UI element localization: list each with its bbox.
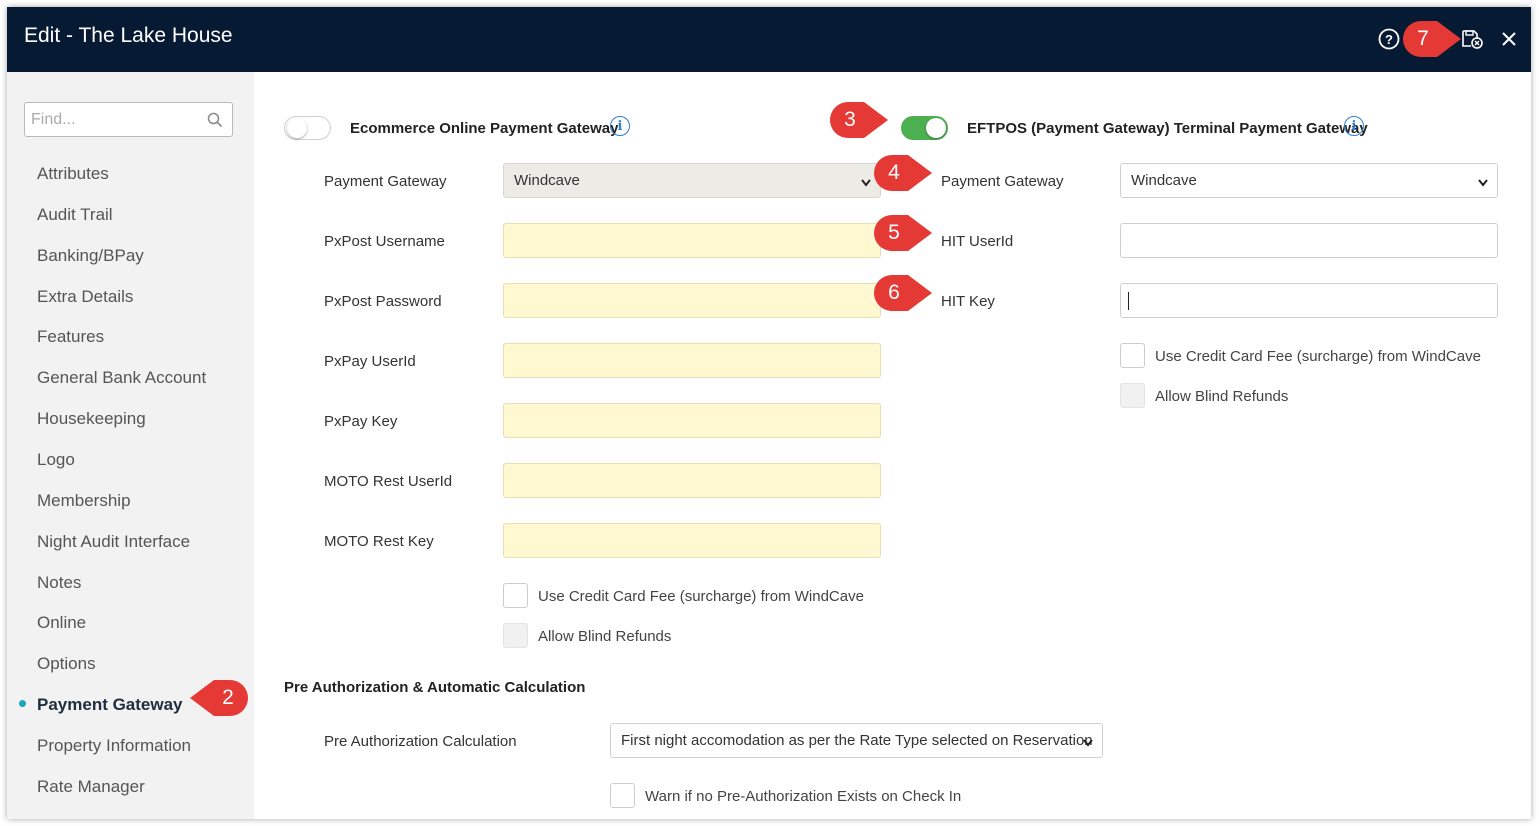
pxpost-username-label: PxPost Username: [324, 233, 445, 250]
callout-2-number: 2: [222, 686, 234, 709]
chevron-down-icon: [1477, 175, 1489, 192]
hit-userid-label: HIT UserId: [941, 233, 1014, 250]
eftpos-use-cc-fee-checkbox[interactable]: [1120, 343, 1145, 368]
eftpos-info-icon[interactable]: i: [1344, 116, 1364, 136]
callout-7: 7: [1401, 19, 1463, 59]
sidebar-item-features[interactable]: Features: [37, 327, 104, 347]
text-cursor: [1128, 291, 1129, 310]
callout-2: 2: [188, 678, 250, 718]
warn-no-preauth-label: Warn if no Pre-Authorization Exists on C…: [645, 788, 962, 805]
ecommerce-gateway-toggle[interactable]: [284, 116, 331, 140]
pxpay-key-label: PxPay Key: [324, 413, 398, 430]
sidebar-item-banking-bpay[interactable]: Banking/BPay: [37, 246, 144, 266]
search-icon[interactable]: [207, 112, 223, 133]
preauth-calculation-value: First night accomodation as per the Rate…: [621, 732, 1093, 749]
pxpay-userid-label: PxPay UserId: [324, 353, 416, 370]
pxpost-password-input[interactable]: [503, 283, 881, 318]
sidebar-item-rate-manager[interactable]: Rate Manager: [37, 777, 145, 797]
callout-6: 6: [872, 273, 934, 313]
moto-rest-userid-label: MOTO Rest UserId: [324, 473, 453, 490]
pxpost-password-label: PxPost Password: [324, 293, 442, 310]
preauth-calculation-select[interactable]: First night accomodation as per the Rate…: [610, 723, 1103, 758]
ecom-payment-gateway-label: Payment Gateway: [324, 173, 447, 190]
save-close-icon[interactable]: [1460, 27, 1484, 51]
ecom-payment-gateway-select[interactable]: Windcave: [503, 163, 881, 198]
sidebar-item-attributes[interactable]: Attributes: [37, 164, 109, 184]
ecom-use-cc-fee-checkbox[interactable]: [503, 583, 528, 608]
active-indicator-dot: [19, 700, 26, 707]
ecom-allow-blind-refunds-checkbox[interactable]: [503, 623, 528, 648]
chevron-down-icon: [860, 175, 872, 192]
ecom-payment-gateway-value: Windcave: [514, 172, 580, 189]
sidebar-item-night-audit-interface[interactable]: Night Audit Interface: [37, 532, 190, 552]
moto-rest-userid-input[interactable]: [503, 463, 881, 498]
eftpos-payment-gateway-label: Payment Gateway: [941, 173, 1064, 190]
preauth-calculation-label: Pre Authorization Calculation: [324, 733, 517, 750]
eftpos-gateway-toggle[interactable]: [901, 116, 948, 140]
sidebar-item-options[interactable]: Options: [37, 654, 96, 674]
sidebar-item-extra-details[interactable]: Extra Details: [37, 287, 133, 307]
sidebar-item-general-bank-account[interactable]: General Bank Account: [37, 368, 206, 388]
moto-rest-key-input[interactable]: [503, 523, 881, 558]
close-icon[interactable]: [1497, 27, 1521, 51]
ecom-allow-blind-refunds-label: Allow Blind Refunds: [538, 628, 672, 645]
sidebar-item-logo[interactable]: Logo: [37, 450, 75, 470]
warn-no-preauth-checkbox[interactable]: [610, 783, 635, 808]
hit-userid-input[interactable]: [1120, 223, 1498, 258]
pxpost-username-input[interactable]: [503, 223, 881, 258]
sidebar-search: [24, 102, 233, 137]
svg-text:?: ?: [1385, 32, 1393, 47]
ecommerce-gateway-heading: Ecommerce Online Payment Gateway: [350, 120, 619, 137]
sidebar-item-audit-trail[interactable]: Audit Trail: [37, 205, 113, 225]
hit-key-label: HIT Key: [941, 293, 995, 310]
sidebar-item-property-information[interactable]: Property Information: [37, 736, 191, 756]
eftpos-gateway-heading: EFTPOS (Payment Gateway) Terminal Paymen…: [967, 120, 1368, 137]
callout-4: 4: [872, 153, 934, 193]
callout-6-number: 6: [888, 281, 900, 304]
sidebar-item-online[interactable]: Online: [37, 613, 86, 633]
ecommerce-info-icon[interactable]: i: [610, 116, 630, 136]
callout-7-number: 7: [1417, 27, 1429, 50]
ecom-use-cc-fee-label: Use Credit Card Fee (surcharge) from Win…: [538, 588, 864, 605]
dialog-titlebar: Edit - The Lake House ?: [7, 7, 1531, 72]
callout-5-number: 5: [888, 221, 900, 244]
eftpos-payment-gateway-select[interactable]: Windcave: [1120, 163, 1498, 198]
search-input[interactable]: [25, 103, 195, 136]
sidebar-item-payment-gateway[interactable]: Payment Gateway: [37, 695, 183, 715]
eftpos-allow-blind-refunds-checkbox[interactable]: [1120, 383, 1145, 408]
eftpos-allow-blind-refunds-label: Allow Blind Refunds: [1155, 388, 1289, 405]
callout-4-number: 4: [888, 161, 900, 184]
sidebar-item-housekeeping[interactable]: Housekeeping: [37, 409, 146, 429]
preauth-section-heading: Pre Authorization & Automatic Calculatio…: [284, 679, 586, 696]
sidebar-item-membership[interactable]: Membership: [37, 491, 131, 511]
sidebar-item-notes[interactable]: Notes: [37, 573, 81, 593]
callout-3: 3: [828, 100, 890, 140]
pxpay-userid-input[interactable]: [503, 343, 881, 378]
hit-key-input[interactable]: [1120, 283, 1498, 318]
callout-5: 5: [872, 213, 934, 253]
eftpos-payment-gateway-value: Windcave: [1131, 172, 1197, 189]
eftpos-use-cc-fee-label: Use Credit Card Fee (surcharge) from Win…: [1155, 348, 1481, 365]
pxpay-key-input[interactable]: [503, 403, 881, 438]
moto-rest-key-label: MOTO Rest Key: [324, 533, 434, 550]
callout-3-number: 3: [844, 108, 856, 131]
help-icon[interactable]: ?: [1377, 27, 1401, 51]
chevron-down-icon: [1082, 735, 1094, 752]
dialog-title: Edit - The Lake House: [24, 24, 233, 47]
